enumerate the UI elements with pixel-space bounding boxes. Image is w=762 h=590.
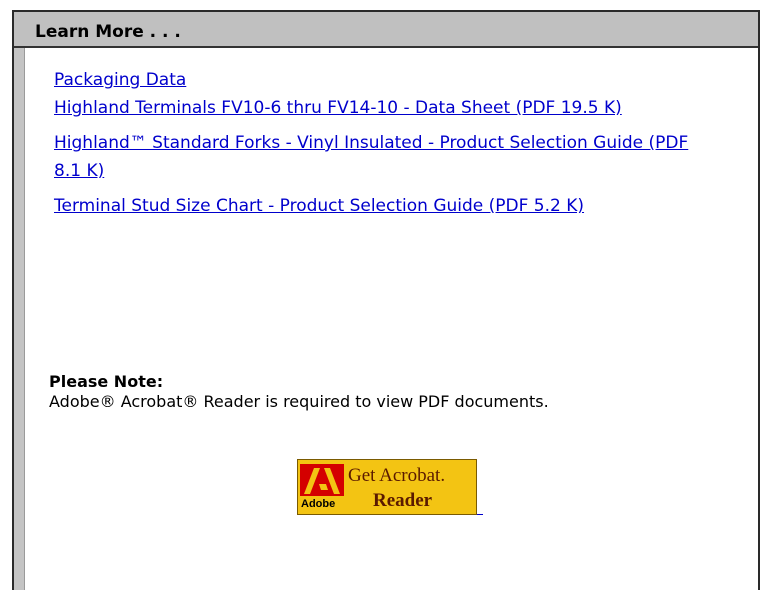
get-acrobat-text: Get Acrobat. [348,465,446,486]
note-text: Adobe® Acrobat® Reader is required to vi… [49,392,549,411]
standard-forks-guide-link[interactable]: Highland™ Standard Forks - Vinyl Insulat… [54,129,714,185]
get-acrobat-reader-link[interactable]: Adobe Get Acrobat. Reader [297,459,483,517]
get-acrobat-badge[interactable]: Adobe Get Acrobat. Reader [297,459,477,515]
section-title: Learn More . . . [35,22,181,42]
data-sheet-link[interactable]: Highland Terminals FV10-6 thru FV14-10 -… [54,94,714,122]
section-header: Learn More . . . [14,12,758,48]
note-title: Please Note: [49,372,164,391]
reader-text: Reader [373,490,433,511]
link-underline-trail [477,514,483,515]
left-gutter [14,48,25,590]
adobe-logo-icon [300,464,344,496]
adobe-brand-text: Adobe [301,498,336,510]
link-list: Packaging Data Highland Terminals FV10-6… [54,66,714,227]
stud-size-chart-link[interactable]: Terminal Stud Size Chart - Product Selec… [54,192,714,220]
pdf-note: Please Note: Adobe® Acrobat® Reader is r… [49,372,739,411]
packaging-data-link[interactable]: Packaging Data [54,66,714,94]
